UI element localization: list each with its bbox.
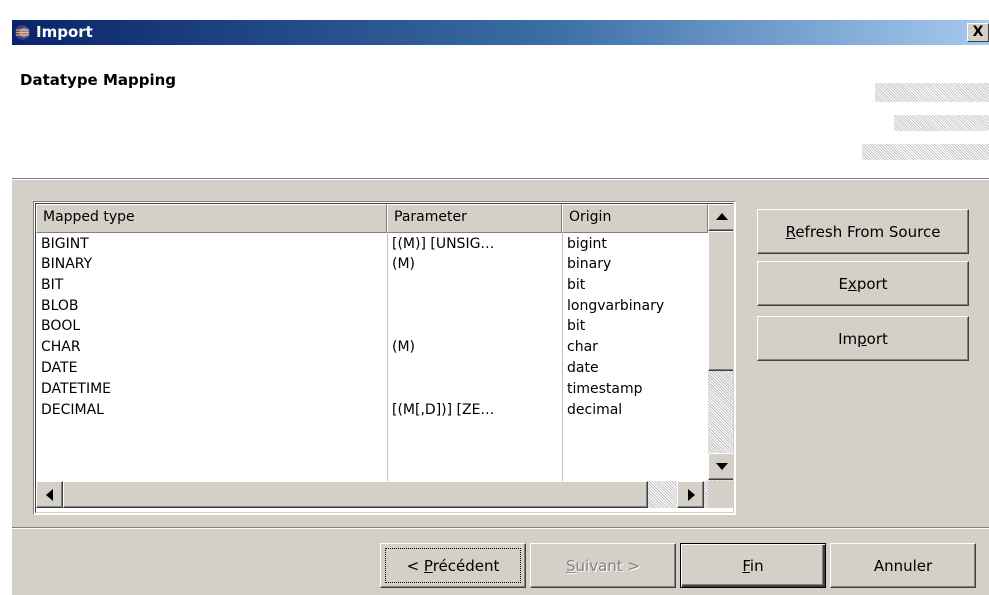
cell-origin: bigint bbox=[567, 236, 607, 252]
title-bar[interactable]: Import X bbox=[12, 20, 989, 45]
button-label: uivant > bbox=[575, 556, 640, 575]
close-icon: X bbox=[972, 24, 984, 40]
cell-origin: bit bbox=[567, 318, 586, 334]
cell-mapped-type: CHAR bbox=[41, 339, 81, 355]
button-label: port bbox=[856, 274, 888, 293]
cell-mapped-type: BLOB bbox=[41, 298, 79, 314]
banner-graphic bbox=[875, 83, 989, 102]
mnemonic: x bbox=[847, 274, 857, 293]
cell-origin: binary bbox=[567, 256, 612, 272]
cell-parameter bbox=[387, 379, 562, 400]
scroll-down-button[interactable] bbox=[708, 453, 733, 480]
button-label: ort bbox=[866, 329, 888, 348]
arrow-left-icon bbox=[46, 489, 53, 501]
arrow-right-icon bbox=[688, 489, 695, 501]
cell-origin: date bbox=[567, 360, 599, 376]
next-button[interactable]: Suivant > bbox=[530, 543, 676, 588]
horizontal-scroll-thumb[interactable] bbox=[63, 481, 648, 508]
footer-separator bbox=[12, 527, 989, 529]
cell-mapped-type: BOOL bbox=[41, 318, 81, 334]
cell-parameter: [(M[,D])] [ZE… bbox=[392, 402, 495, 418]
cell-mapped-type: BIGINT bbox=[41, 236, 89, 252]
mnemonic: F bbox=[742, 556, 750, 575]
page-title: Datatype Mapping bbox=[20, 71, 177, 89]
vertical-scroll-thumb[interactable] bbox=[708, 231, 733, 371]
scroll-left-button[interactable] bbox=[36, 481, 63, 508]
cell-parameter bbox=[387, 316, 562, 337]
cell-parameter: (M) bbox=[392, 256, 416, 272]
cell-origin: bit bbox=[567, 277, 586, 293]
cell-parameter: [(M)] [UNSIG… bbox=[392, 236, 495, 252]
button-label: Im bbox=[838, 329, 858, 348]
banner-graphic-2 bbox=[894, 115, 989, 131]
column-header-origin[interactable]: Origin bbox=[562, 204, 708, 233]
cell-origin: decimal bbox=[567, 402, 623, 418]
cell-origin: char bbox=[567, 339, 598, 355]
refresh-from-source-button[interactable]: Refresh From Source bbox=[757, 209, 969, 254]
cell-mapped-type: BIT bbox=[41, 277, 64, 293]
button-label: E bbox=[838, 274, 848, 293]
arrow-up-icon bbox=[716, 213, 728, 220]
button-label: Annuler bbox=[873, 556, 933, 575]
wizard-header: Datatype Mapping bbox=[12, 45, 989, 178]
cell-parameter bbox=[387, 296, 562, 317]
button-label: in bbox=[749, 556, 764, 575]
close-button[interactable]: X bbox=[967, 23, 989, 42]
datatype-table[interactable]: Mapped type Parameter Origin BIGINT [(M)… bbox=[33, 201, 736, 515]
back-button[interactable]: < Précédent bbox=[380, 543, 526, 588]
column-header-mapped-type[interactable]: Mapped type bbox=[36, 204, 387, 233]
cell-origin: longvarbinary bbox=[567, 298, 665, 314]
cell-mapped-type: DATETIME bbox=[41, 381, 112, 397]
vertical-scrollbar[interactable] bbox=[708, 204, 733, 481]
cell-parameter: (M) bbox=[392, 339, 416, 355]
cancel-button[interactable]: Annuler bbox=[830, 543, 976, 588]
horizontal-scrollbar[interactable] bbox=[36, 481, 708, 508]
eclipse-icon bbox=[15, 25, 30, 40]
button-label: < bbox=[406, 556, 424, 575]
export-button[interactable]: Export bbox=[757, 261, 969, 306]
arrow-down-icon bbox=[716, 463, 728, 470]
scroll-up-button[interactable] bbox=[708, 204, 733, 231]
window-title: Import bbox=[36, 23, 93, 41]
cell-mapped-type: BINARY bbox=[41, 256, 93, 272]
cell-parameter bbox=[387, 275, 562, 296]
cell-mapped-type: DATE bbox=[41, 360, 78, 376]
import-button[interactable]: Import bbox=[757, 316, 969, 361]
cell-origin: timestamp bbox=[567, 381, 643, 397]
mnemonic: R bbox=[785, 222, 796, 241]
column-header-parameter[interactable]: Parameter bbox=[387, 204, 562, 233]
mnemonic: p bbox=[857, 329, 867, 348]
mnemonic: S bbox=[566, 556, 576, 575]
mnemonic: P bbox=[423, 556, 433, 575]
table-header: Mapped type Parameter Origin bbox=[36, 204, 708, 233]
button-label: récédent bbox=[432, 556, 500, 575]
finish-button[interactable]: Fin bbox=[680, 543, 826, 588]
banner-graphic-3 bbox=[862, 144, 989, 160]
scroll-right-button[interactable] bbox=[677, 481, 704, 508]
scrollbar-corner bbox=[708, 481, 733, 508]
cell-mapped-type: DECIMAL bbox=[41, 402, 104, 418]
button-label: efresh From Source bbox=[795, 222, 941, 241]
cell-parameter bbox=[387, 358, 562, 379]
